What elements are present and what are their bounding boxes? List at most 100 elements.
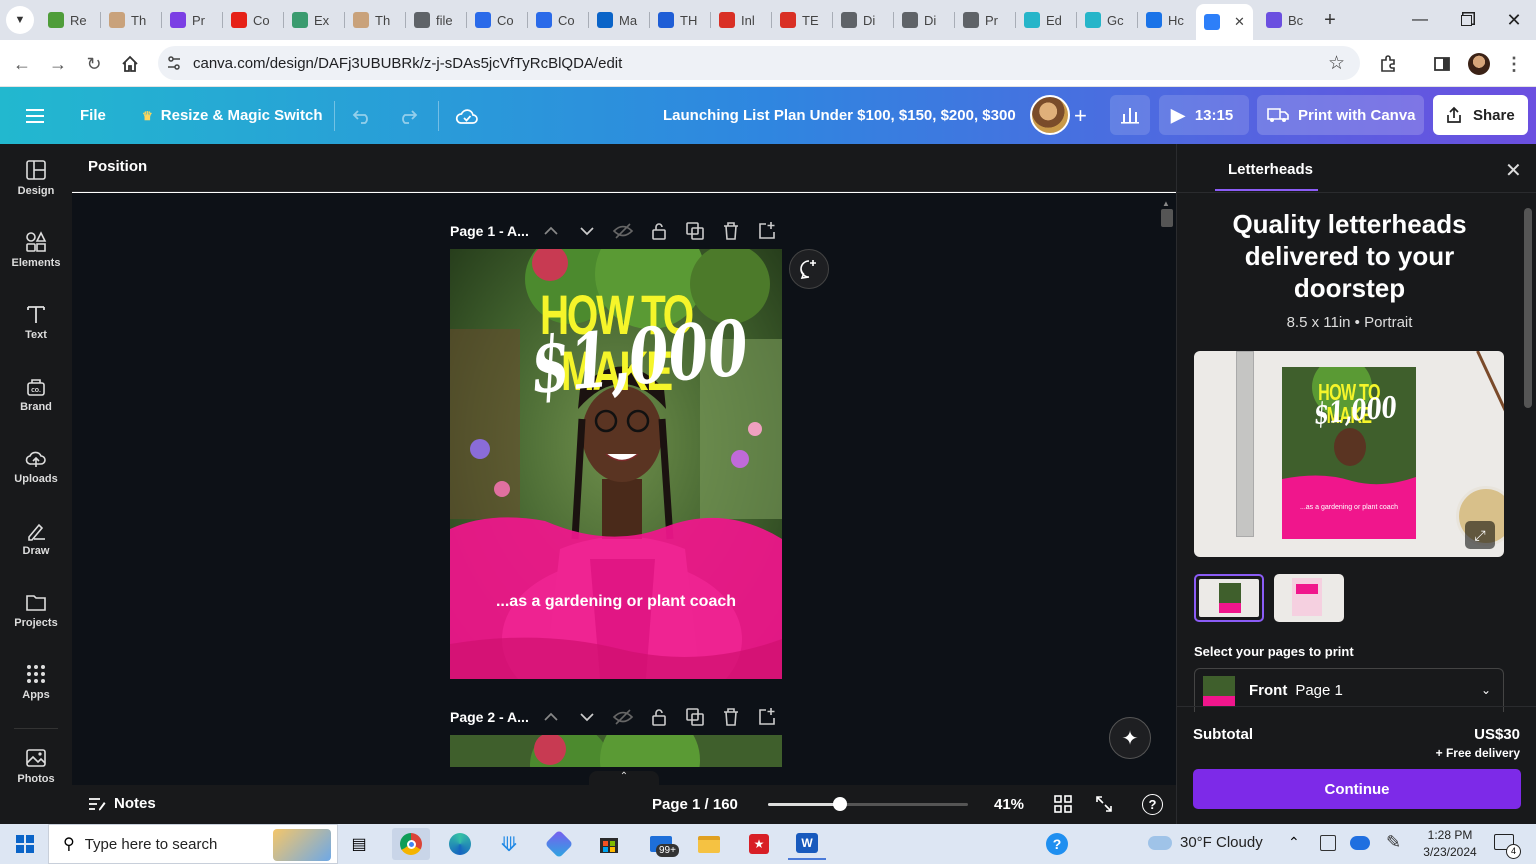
browser-tab-15[interactable]: Di bbox=[902, 6, 954, 34]
browser-tab-3[interactable]: Pr bbox=[170, 6, 222, 34]
rail-item-brand[interactable]: CO. Brand bbox=[0, 362, 72, 426]
lock-page-button[interactable] bbox=[648, 706, 670, 728]
browser-tab-21[interactable]: Bc bbox=[1266, 6, 1318, 34]
page-2-label[interactable]: Page 2 - A... bbox=[450, 703, 529, 731]
taskbar-search[interactable]: ⚲ Type here to search bbox=[48, 824, 338, 864]
move-page-down-button[interactable] bbox=[576, 706, 598, 728]
url-bar[interactable]: canva.com/design/DAFj3UBUBRk/z-j-sDAs5jc… bbox=[158, 46, 1360, 80]
edge-taskbar-button[interactable] bbox=[441, 828, 479, 860]
browser-tab-16[interactable]: Pr bbox=[963, 6, 1015, 34]
zoom-slider-handle[interactable] bbox=[833, 797, 847, 811]
extensions-button[interactable] bbox=[1376, 52, 1400, 76]
minimize-button[interactable]: — bbox=[1400, 8, 1440, 32]
move-page-down-button[interactable] bbox=[576, 220, 598, 242]
design-subline[interactable]: ...as a gardening or plant coach bbox=[450, 593, 782, 611]
help-taskbar-button[interactable]: ? bbox=[1038, 828, 1076, 860]
show-hidden-icons-button[interactable]: ⌃ bbox=[1288, 834, 1300, 851]
device-icon[interactable] bbox=[1320, 835, 1336, 851]
browser-tab-19[interactable]: Hc bbox=[1146, 6, 1198, 34]
show-pages-toggle[interactable]: ⌃ bbox=[589, 771, 659, 785]
reload-button[interactable]: ↻ bbox=[82, 52, 106, 76]
browser-tab-1[interactable]: Re bbox=[48, 6, 100, 34]
scroll-up-icon[interactable]: ▲ bbox=[1162, 199, 1170, 208]
browser-tab-20[interactable]: ✕ bbox=[1196, 4, 1253, 40]
pen-menu-icon[interactable]: ✎ bbox=[1386, 832, 1401, 853]
browser-tab-5[interactable]: Ex bbox=[292, 6, 344, 34]
browser-tab-7[interactable]: file bbox=[414, 6, 466, 34]
browser-tab-14[interactable]: Di bbox=[841, 6, 893, 34]
store-taskbar-button[interactable] bbox=[590, 828, 628, 860]
home-button[interactable] bbox=[118, 52, 142, 76]
rail-item-uploads[interactable]: Uploads bbox=[0, 434, 72, 498]
site-info-icon[interactable] bbox=[166, 55, 182, 71]
design-title[interactable]: Launching List Plan Under $100, $150, $2… bbox=[663, 87, 1016, 144]
rail-item-photos[interactable]: Photos bbox=[0, 734, 72, 798]
collaborator-avatar[interactable] bbox=[1030, 95, 1070, 135]
rail-item-draw[interactable]: Draw bbox=[0, 506, 72, 570]
profile-avatar[interactable] bbox=[1468, 53, 1490, 75]
add-comment-button[interactable] bbox=[789, 249, 829, 289]
browser-tab-18[interactable]: Gc bbox=[1085, 6, 1137, 34]
onedrive-icon[interactable] bbox=[1350, 836, 1370, 850]
rail-item-apps[interactable]: Apps bbox=[0, 650, 72, 714]
zoom-level[interactable]: 41% bbox=[994, 796, 1024, 813]
browser-tab-17[interactable]: Ed bbox=[1024, 6, 1076, 34]
notes-button[interactable]: Notes bbox=[88, 795, 156, 812]
browser-tab-2[interactable]: Th bbox=[109, 6, 161, 34]
task-view-button[interactable]: ▤ bbox=[340, 828, 378, 860]
browser-menu-button[interactable]: ⋮ bbox=[1502, 52, 1526, 76]
rail-item-projects[interactable]: Projects bbox=[0, 578, 72, 642]
file-menu-button[interactable]: File bbox=[80, 87, 106, 144]
share-button[interactable]: Share bbox=[1433, 95, 1528, 135]
delete-page-button[interactable] bbox=[720, 706, 742, 728]
mail-taskbar-button[interactable]: 99+ bbox=[642, 828, 680, 860]
browser-tab-8[interactable]: Co bbox=[475, 6, 527, 34]
print-with-canva-button[interactable]: Print with Canva bbox=[1257, 95, 1424, 135]
hide-page-button[interactable] bbox=[612, 220, 634, 242]
undo-button[interactable] bbox=[352, 87, 372, 144]
save-status-button[interactable] bbox=[455, 87, 479, 144]
mockup-thumbnail-1[interactable] bbox=[1194, 574, 1264, 622]
restore-button[interactable] bbox=[1446, 8, 1486, 32]
rail-item-elements[interactable]: Elements bbox=[0, 218, 72, 282]
design-amount[interactable]: $1,000 bbox=[526, 303, 751, 411]
add-page-button[interactable] bbox=[756, 706, 778, 728]
expand-preview-button[interactable]: ⤢ bbox=[1465, 521, 1495, 549]
browser-tab-6[interactable]: Th bbox=[353, 6, 405, 34]
app-taskbar-button[interactable]: ⟱ bbox=[490, 828, 528, 860]
close-panel-button[interactable]: ✕ bbox=[1505, 158, 1522, 183]
editor-canvas[interactable]: Page 1 - A... HOW TO MAKE $1,000 ...as a… bbox=[72, 193, 1176, 785]
hide-page-button[interactable] bbox=[612, 706, 634, 728]
redo-button[interactable] bbox=[398, 87, 418, 144]
magic-assistant-button[interactable]: ✦ bbox=[1109, 717, 1151, 759]
rail-item-text[interactable]: Text bbox=[0, 290, 72, 354]
delete-page-button[interactable] bbox=[720, 220, 742, 242]
insights-button[interactable] bbox=[1110, 95, 1150, 135]
zoom-slider[interactable] bbox=[768, 797, 968, 811]
present-button[interactable]: ▶ 13:15 bbox=[1159, 95, 1249, 135]
word-taskbar-button[interactable]: W bbox=[788, 828, 826, 860]
lock-page-button[interactable] bbox=[648, 220, 670, 242]
browser-tab-4[interactable]: Co bbox=[231, 6, 283, 34]
page-2-artboard[interactable] bbox=[450, 735, 782, 767]
add-collaborator-button[interactable]: + bbox=[1074, 87, 1087, 144]
main-menu-button[interactable] bbox=[26, 87, 46, 144]
move-page-up-button[interactable] bbox=[540, 220, 562, 242]
tab-letterheads[interactable]: Letterheads bbox=[1228, 161, 1313, 178]
back-button[interactable]: ← bbox=[10, 52, 34, 76]
rail-item-design[interactable]: Design bbox=[0, 146, 72, 210]
browser-tab-11[interactable]: TH bbox=[658, 6, 710, 34]
forward-button[interactable]: → bbox=[46, 52, 70, 76]
page-1-label[interactable]: Page 1 - A... bbox=[450, 217, 529, 245]
weather-widget[interactable]: 30°F Cloudy bbox=[1148, 834, 1263, 851]
continue-button[interactable]: Continue bbox=[1193, 769, 1521, 809]
browser-tab-13[interactable]: TE bbox=[780, 6, 832, 34]
chrome-taskbar-button[interactable] bbox=[392, 828, 430, 860]
browser-tab-10[interactable]: Ma bbox=[597, 6, 649, 34]
browser-tab-12[interactable]: Inl bbox=[719, 6, 771, 34]
help-button[interactable]: ? bbox=[1142, 794, 1163, 815]
clock[interactable]: 1:28 PM 3/23/2024 bbox=[1410, 827, 1490, 861]
move-page-up-button[interactable] bbox=[540, 706, 562, 728]
duplicate-page-button[interactable] bbox=[684, 706, 706, 728]
add-page-button[interactable] bbox=[756, 220, 778, 242]
